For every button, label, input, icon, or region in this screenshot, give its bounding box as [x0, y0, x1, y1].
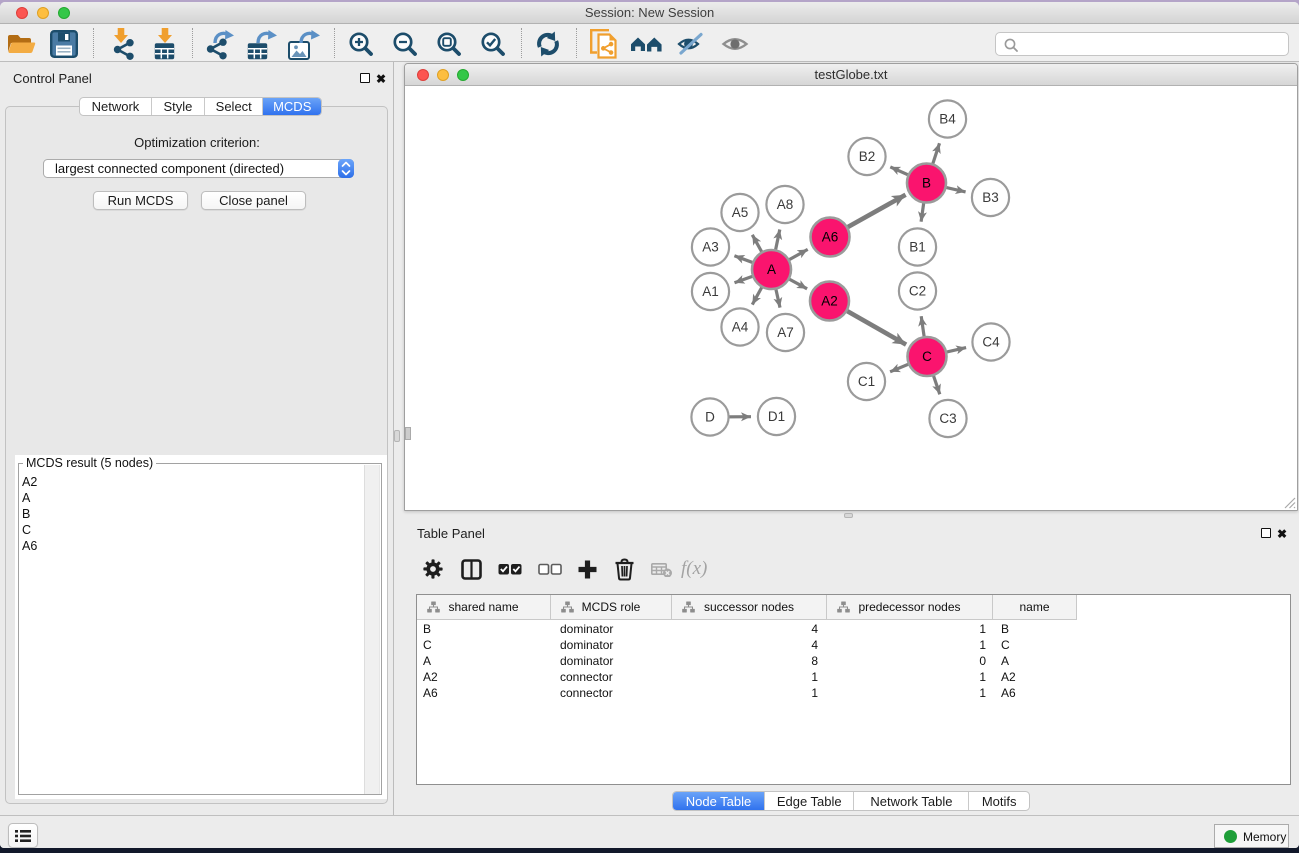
svg-text:B2: B2: [859, 149, 876, 164]
svg-text:D: D: [705, 410, 715, 425]
svg-text:A2: A2: [821, 294, 838, 309]
svg-text:C3: C3: [939, 411, 956, 426]
svg-text:B4: B4: [939, 112, 956, 127]
svg-text:A1: A1: [702, 284, 719, 299]
svg-text:B: B: [922, 176, 931, 191]
svg-text:B1: B1: [909, 240, 926, 255]
svg-text:A: A: [767, 262, 776, 277]
svg-text:C4: C4: [982, 335, 1000, 350]
svg-text:C1: C1: [858, 374, 875, 389]
svg-text:A8: A8: [777, 197, 794, 212]
svg-text:B3: B3: [982, 190, 999, 205]
svg-text:D1: D1: [768, 409, 785, 424]
svg-text:A5: A5: [732, 205, 749, 220]
svg-text:f(x): f(x): [681, 558, 707, 579]
svg-text:A4: A4: [732, 320, 749, 335]
svg-text:A7: A7: [777, 325, 794, 340]
svg-text:A3: A3: [702, 240, 719, 255]
svg-text:C: C: [922, 349, 932, 364]
svg-text:A6: A6: [822, 230, 839, 245]
svg-text:C2: C2: [909, 284, 926, 299]
